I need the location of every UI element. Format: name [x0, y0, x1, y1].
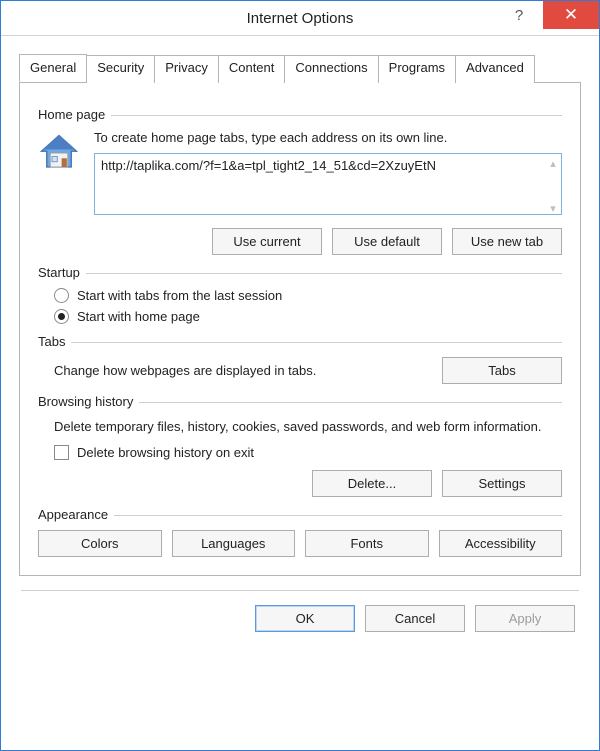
startup-last-label: Start with tabs from the last session	[77, 288, 282, 303]
tabs-button[interactable]: Tabs	[442, 357, 562, 384]
group-homepage: Home page	[38, 107, 562, 122]
tab-content[interactable]: Content	[218, 55, 286, 83]
group-appearance-label: Appearance	[38, 507, 108, 522]
use-new-tab-button[interactable]: Use new tab	[452, 228, 562, 255]
tab-strip: General Security Privacy Content Connect…	[19, 54, 581, 83]
content-area: General Security Privacy Content Connect…	[1, 36, 599, 576]
startup-option-homepage[interactable]: Start with home page	[54, 309, 562, 324]
use-default-button[interactable]: Use default	[332, 228, 442, 255]
group-startup-label: Startup	[38, 265, 80, 280]
tab-panel-general: Home page To create home page tabs, type…	[19, 83, 581, 576]
group-homepage-label: Home page	[38, 107, 105, 122]
group-tabs-label: Tabs	[38, 334, 65, 349]
group-history-label: Browsing history	[38, 394, 133, 409]
homepage-buttons: Use current Use default Use new tab	[38, 228, 562, 255]
startup-option-last-session[interactable]: Start with tabs from the last session	[54, 288, 562, 303]
tab-security[interactable]: Security	[86, 55, 155, 83]
startup-home-label: Start with home page	[77, 309, 200, 324]
tab-programs[interactable]: Programs	[378, 55, 456, 83]
group-startup: Startup	[38, 265, 562, 280]
radio-icon[interactable]	[54, 288, 69, 303]
tabs-row: Change how webpages are displayed in tab…	[38, 357, 562, 384]
history-buttons: Delete... Settings	[38, 470, 562, 497]
group-appearance: Appearance	[38, 507, 562, 522]
scroll-down-icon[interactable]: ▾	[546, 201, 560, 215]
scroll-up-icon[interactable]: ▴	[546, 156, 560, 170]
group-tabs: Tabs	[38, 334, 562, 349]
apply-button[interactable]: Apply	[475, 605, 575, 632]
tab-general[interactable]: General	[19, 54, 87, 82]
cancel-button[interactable]: Cancel	[365, 605, 465, 632]
internet-options-window: Internet Options ? ✕ General Security Pr…	[0, 0, 600, 751]
ok-button[interactable]: OK	[255, 605, 355, 632]
appearance-buttons: Colors Languages Fonts Accessibility	[38, 530, 562, 557]
tabs-desc: Change how webpages are displayed in tab…	[54, 363, 442, 378]
title-controls: ? ✕	[495, 1, 599, 29]
close-icon[interactable]: ✕	[543, 1, 599, 29]
group-history: Browsing history	[38, 394, 562, 409]
homepage-input[interactable]	[94, 153, 562, 215]
languages-button[interactable]: Languages	[172, 530, 296, 557]
tab-privacy[interactable]: Privacy	[154, 55, 219, 83]
titlebar: Internet Options ? ✕	[1, 1, 599, 36]
delete-on-exit-row[interactable]: Delete browsing history on exit	[54, 445, 562, 460]
radio-icon[interactable]	[54, 309, 69, 324]
footer-buttons: OK Cancel Apply	[1, 591, 599, 650]
fonts-button[interactable]: Fonts	[305, 530, 429, 557]
checkbox-icon[interactable]	[54, 445, 69, 460]
help-icon[interactable]: ?	[495, 1, 543, 29]
homepage-desc: To create home page tabs, type each addr…	[94, 130, 562, 145]
history-desc: Delete temporary files, history, cookies…	[54, 417, 562, 437]
use-current-button[interactable]: Use current	[212, 228, 322, 255]
homepage-column: To create home page tabs, type each addr…	[94, 130, 562, 218]
settings-button[interactable]: Settings	[442, 470, 562, 497]
homepage-text-wrap: ▴ ▾	[94, 153, 562, 218]
home-icon	[38, 132, 80, 174]
delete-on-exit-label: Delete browsing history on exit	[77, 445, 254, 460]
accessibility-button[interactable]: Accessibility	[439, 530, 563, 557]
delete-button[interactable]: Delete...	[312, 470, 432, 497]
colors-button[interactable]: Colors	[38, 530, 162, 557]
tab-connections[interactable]: Connections	[284, 55, 378, 83]
homepage-row: To create home page tabs, type each addr…	[38, 130, 562, 218]
tab-advanced[interactable]: Advanced	[455, 55, 535, 83]
